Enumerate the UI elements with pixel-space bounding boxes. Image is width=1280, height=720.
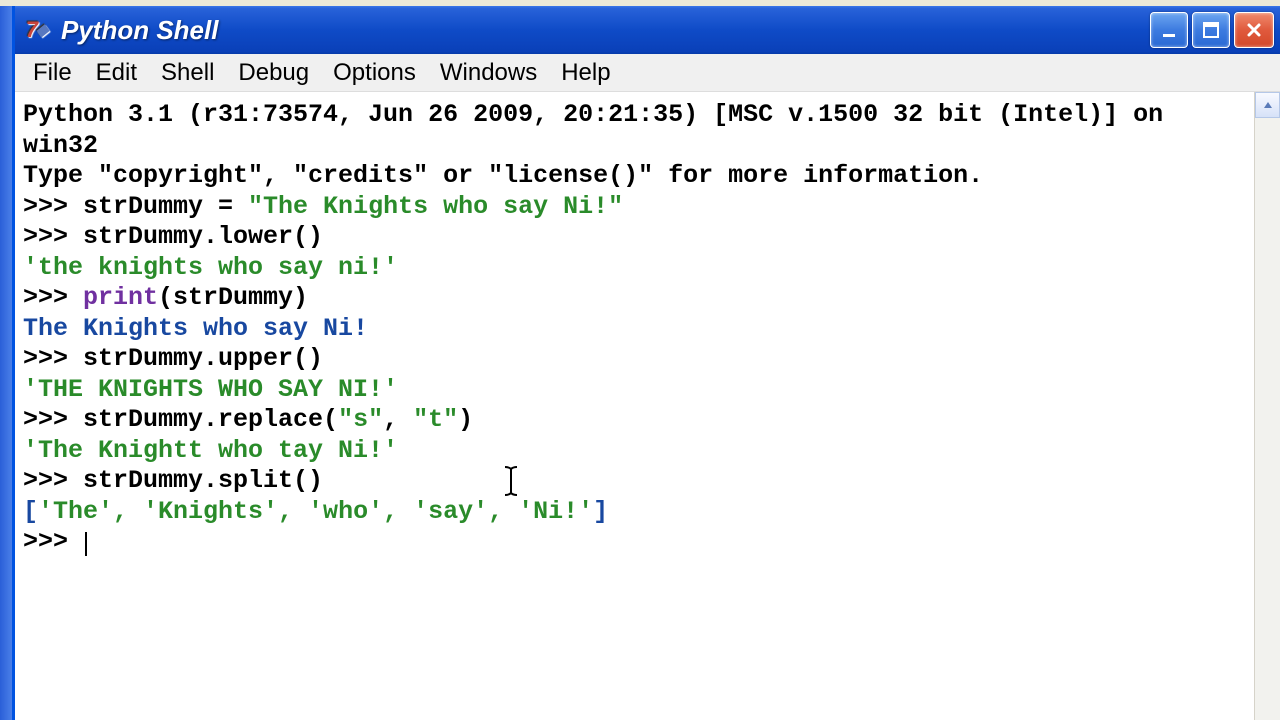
menu-edit[interactable]: Edit — [86, 55, 147, 91]
code-text: strDummy.upper() — [83, 344, 323, 373]
string-literal: "s" — [338, 405, 383, 434]
menu-file[interactable]: File — [23, 55, 82, 91]
prompt: >>> — [23, 192, 83, 221]
output-line: The Knights who say Ni! — [23, 314, 1246, 345]
code-text: , — [383, 405, 413, 434]
input-line: >>> — [23, 527, 1246, 558]
python-icon: 7◆ — [23, 16, 51, 44]
code-text: (strDummy) — [158, 283, 308, 312]
scrollbar-vertical[interactable] — [1254, 92, 1280, 720]
scroll-up-button[interactable] — [1255, 92, 1280, 118]
code-text: strDummy = — [83, 192, 248, 221]
prompt: >>> — [23, 344, 83, 373]
list-bracket: [ — [23, 497, 38, 526]
window-title: Python Shell — [61, 15, 1150, 46]
menu-debug[interactable]: Debug — [228, 55, 319, 91]
python-shell-window: 7◆ Python Shell File Edit Shell Debug Op… — [12, 6, 1280, 720]
banner-line: Python 3.1 (r31:73574, Jun 26 2009, 20:2… — [23, 100, 1246, 161]
string-literal: "The Knights who say Ni!" — [248, 192, 623, 221]
window-left-border — [0, 6, 12, 720]
menubar: File Edit Shell Debug Options Windows He… — [15, 54, 1280, 92]
minimize-button[interactable] — [1150, 12, 1188, 48]
input-line: >>> strDummy = "The Knights who say Ni!" — [23, 192, 1246, 223]
text-cursor — [85, 532, 87, 556]
output-line: 'the knights who say ni!' — [23, 253, 1246, 284]
input-line: >>> strDummy.upper() — [23, 344, 1246, 375]
list-bracket: ] — [593, 497, 608, 526]
close-button[interactable] — [1234, 12, 1274, 48]
banner-line: Type "copyright", "credits" or "license(… — [23, 161, 1246, 192]
prompt: >>> — [23, 466, 83, 495]
code-text: strDummy.lower() — [83, 222, 323, 251]
window-controls — [1150, 12, 1274, 48]
input-line: >>> strDummy.lower() — [23, 222, 1246, 253]
content-area: Python 3.1 (r31:73574, Jun 26 2009, 20:2… — [15, 92, 1280, 720]
prompt: >>> — [23, 283, 83, 312]
output-line: 'THE KNIGHTS WHO SAY NI!' — [23, 375, 1246, 406]
code-text: ) — [458, 405, 473, 434]
code-text: strDummy.replace( — [83, 405, 338, 434]
menu-shell[interactable]: Shell — [151, 55, 224, 91]
output-line: ['The', 'Knights', 'who', 'say', 'Ni!'] — [23, 497, 1246, 528]
menu-options[interactable]: Options — [323, 55, 426, 91]
prompt: >>> — [23, 222, 83, 251]
list-items: 'The', 'Knights', 'who', 'say', 'Ni!' — [38, 497, 593, 526]
shell-output[interactable]: Python 3.1 (r31:73574, Jun 26 2009, 20:2… — [15, 92, 1254, 720]
code-text: strDummy.split() — [83, 466, 323, 495]
input-line: >>> strDummy.split() — [23, 466, 1246, 497]
input-line: >>> strDummy.replace("s", "t") — [23, 405, 1246, 436]
titlebar[interactable]: 7◆ Python Shell — [15, 6, 1280, 54]
maximize-button[interactable] — [1192, 12, 1230, 48]
scroll-track[interactable] — [1255, 118, 1280, 720]
input-line: >>> print(strDummy) — [23, 283, 1246, 314]
prompt: >>> — [23, 405, 83, 434]
menu-help[interactable]: Help — [551, 55, 620, 91]
string-literal: "t" — [413, 405, 458, 434]
prompt: >>> — [23, 527, 83, 556]
builtin-func: print — [83, 283, 158, 312]
output-line: 'The Knightt who tay Ni!' — [23, 436, 1246, 467]
menu-windows[interactable]: Windows — [430, 55, 547, 91]
